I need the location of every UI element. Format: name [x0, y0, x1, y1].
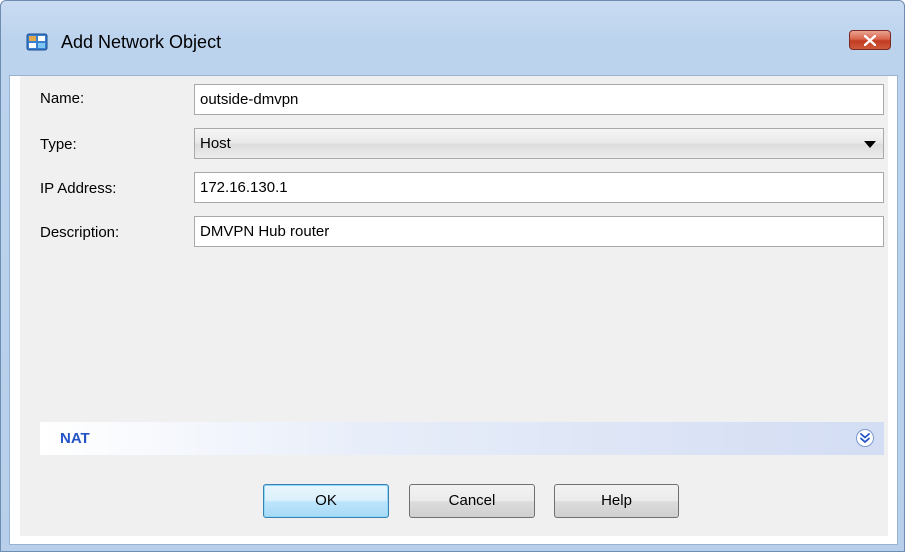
name-label: Name: [40, 90, 85, 107]
type-select-value: Host [200, 135, 231, 152]
cancel-button[interactable]: Cancel [409, 484, 535, 518]
dialog-client-area: Name: outside-dmvpn Type: Host IP Addres… [9, 75, 898, 545]
nat-label: NAT [60, 430, 90, 447]
form-panel: Name: outside-dmvpn Type: Host IP Addres… [20, 76, 888, 536]
type-label: Type: [40, 136, 77, 153]
ip-address-label: IP Address: [40, 180, 117, 197]
network-object-icon [26, 32, 48, 52]
double-chevron-down-icon[interactable] [855, 428, 875, 448]
chevron-down-icon [864, 141, 876, 148]
type-select[interactable]: Host [194, 128, 884, 159]
description-label: Description: [40, 224, 120, 241]
close-icon [864, 35, 876, 46]
close-button[interactable] [849, 30, 891, 50]
nat-section-header[interactable]: NAT [40, 422, 884, 455]
help-button[interactable]: Help [554, 484, 679, 518]
title-bar[interactable]: Add Network Object [1, 1, 904, 52]
name-field[interactable]: outside-dmvpn [194, 84, 884, 115]
ip-address-field[interactable]: 172.16.130.1 [194, 172, 884, 203]
dialog-window: Add Network Object Name: outside-dmvpn T… [0, 0, 905, 552]
ok-button[interactable]: OK [263, 484, 389, 518]
description-field[interactable]: DMVPN Hub router [194, 216, 884, 247]
window-title: Add Network Object [61, 32, 222, 52]
